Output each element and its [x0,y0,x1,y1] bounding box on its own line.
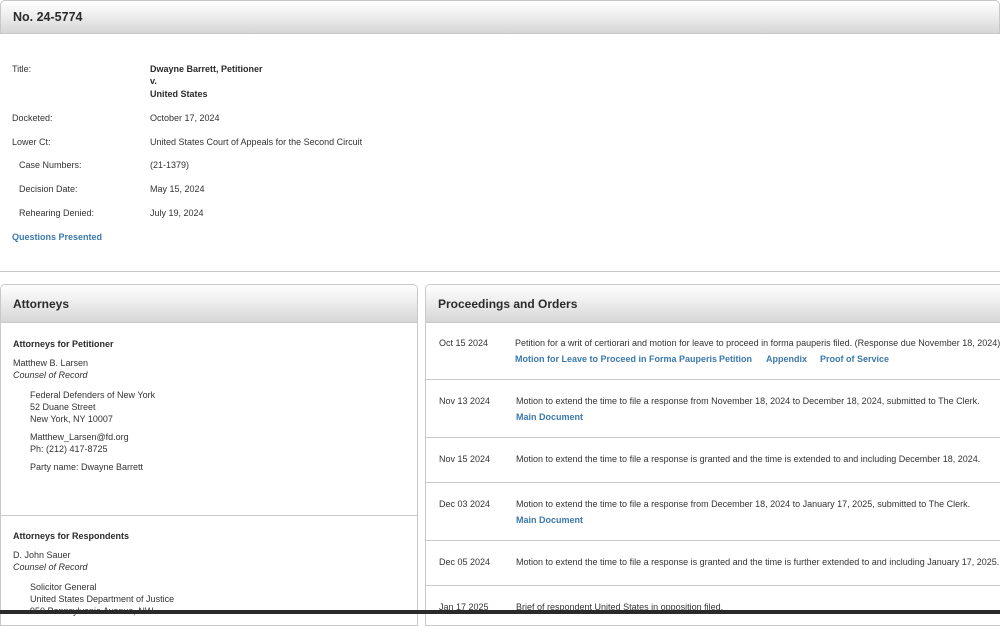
proceedings-title: Proceedings and Orders [438,297,578,311]
title-respondent: United States [150,89,208,99]
title-petitioner: Dwayne Barrett, Petitioner [150,64,263,74]
petitioner-attorney-name: Matthew B. Larsen [13,358,89,368]
entry-divider [426,379,1000,380]
petitioner-attorney-role: Counsel of Record [13,370,88,380]
entry-text: Motion to extend the time to file a resp… [516,557,1000,567]
respondents-attorney-org: United States Department of Justice [30,594,175,604]
title-versus: v. [150,76,157,86]
respondents-attorney-role: Counsel of Record [13,562,88,572]
attorneys-title: Attorneys [13,297,70,311]
attorneys-header: Attorneys [1,285,417,323]
lower-ct-label: Lower Ct: [12,137,51,147]
petitioner-attorney-org: Federal Defenders of New York [30,390,156,400]
entry-text: Motion to extend the time to file a resp… [516,499,971,509]
docket-header: No. 24-5774 [0,0,1000,34]
petitioner-attorney-phone: Ph: (212) 417-8725 [30,444,108,454]
lower-ct-value: United States Court of Appeals for the S… [150,137,363,147]
proceedings-panel: Proceedings and Orders Oct 15 2024 Petit… [425,284,1000,626]
title-label: Title: [12,64,32,74]
entry-divider [426,482,1000,483]
entry-text: Motion to extend the time to file a resp… [516,396,980,406]
respondents-attorney-name: D. John Sauer [13,550,71,560]
main-document-link[interactable]: Main Document [516,412,583,422]
entry-date: Oct 15 2024 [439,338,489,348]
bottom-edge-bar [0,610,1000,614]
entry-divider [426,585,1000,586]
petition-link[interactable]: Petition [719,354,752,364]
entry-date: Nov 15 2024 [439,454,491,464]
respondents-attorney-title: Solicitor General [30,582,97,592]
attorneys-divider [1,515,417,516]
entry-date: Nov 13 2024 [439,396,491,406]
petitioner-attorney-city: New York, NY 10007 [30,414,113,424]
petitioner-attorney-email: Matthew_Larsen@fd.org [30,432,129,442]
petitioner-attorney-street: 52 Duane Street [30,402,96,412]
docket-number: No. 24-5774 [13,10,83,24]
docketed-label: Docketed: [12,113,53,123]
case-numbers-label: Case Numbers: [19,160,82,170]
decision-date-label: Decision Date: [19,184,78,194]
petitioner-party-name: Party name: Dwayne Barrett [30,462,144,472]
entry-divider [426,540,1000,541]
rehearing-value: July 19, 2024 [150,208,204,218]
proceedings-header: Proceedings and Orders [426,285,1000,323]
entry-text: Petition for a writ of certiorari and mo… [515,338,1000,348]
entry-text: Motion to extend the time to file a resp… [516,454,981,464]
section-divider [0,271,1000,272]
entry-divider [426,437,1000,438]
proof-of-service-link[interactable]: Proof of Service [820,354,889,364]
main-document-link[interactable]: Main Document [516,515,583,525]
entry-date: Dec 05 2024 [439,557,491,567]
decision-date-value: May 15, 2024 [150,184,205,194]
case-numbers-value: (21-1379) [150,160,190,170]
docketed-value: October 17, 2024 [150,113,220,123]
respondents-attorneys-heading: Attorneys for Respondents [13,531,130,541]
motion-ifp-link[interactable]: Motion for Leave to Proceed in Forma Pau… [515,354,717,364]
petitioner-attorneys-heading: Attorneys for Petitioner [13,339,114,349]
rehearing-label: Rehearing Denied: [19,208,95,218]
appendix-link[interactable]: Appendix [766,354,807,364]
entry-date: Dec 03 2024 [439,499,491,509]
attorneys-panel: Attorneys Attorneys for Petitioner Matth… [0,284,418,626]
questions-presented-link[interactable]: Questions Presented [12,232,102,242]
